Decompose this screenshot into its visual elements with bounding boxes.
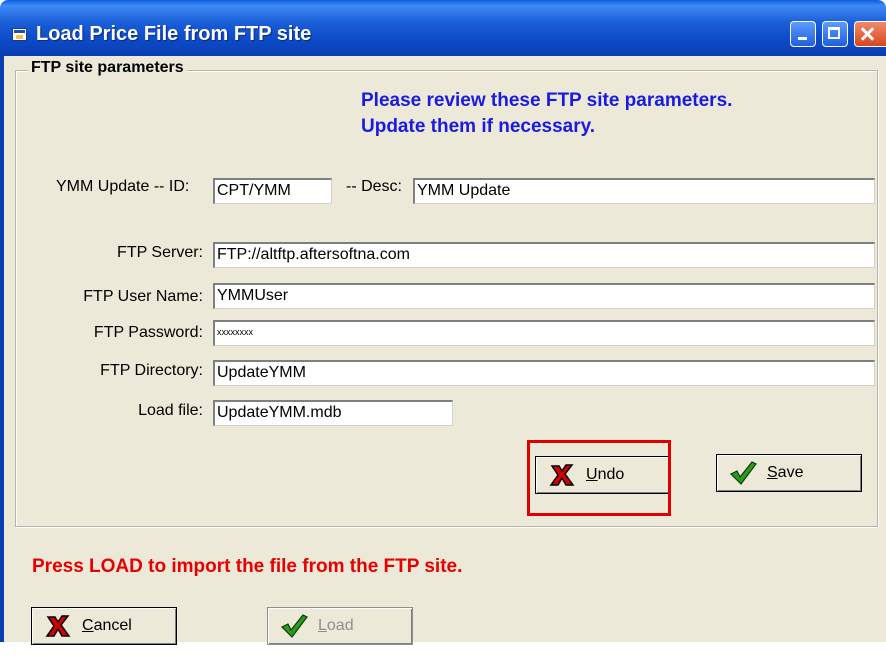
load-file-field[interactable]: UpdateYMM.mdb [213,400,453,426]
ymm-desc-label: -- Desc: [346,178,402,195]
red-x-icon [45,615,71,637]
ymm-id-label: YMM Update -- ID: [56,178,190,195]
ftp-directory-label: FTP Directory: [100,362,203,379]
ymm-desc-field[interactable]: YMM Update [413,178,875,204]
ftp-user-label: FTP User Name: [83,288,203,305]
load-label: Load [318,617,354,634]
window-title: Load Price File from FTP site [36,23,312,45]
title-bar[interactable]: Load Price File from FTP site [0,0,886,56]
undo-label: Undo [586,466,625,483]
cancel-button[interactable]: Cancel [31,607,177,645]
dialog-body: FTP site parameters Please review these … [0,56,886,645]
group-legend: FTP site parameters [28,59,187,77]
red-x-icon [549,464,575,486]
minimize-button[interactable] [790,21,816,47]
close-button[interactable] [854,21,886,47]
green-check-icon [280,614,308,638]
ftp-server-label: FTP Server: [117,244,203,261]
maximize-button[interactable] [822,21,848,47]
save-label: Save [767,464,804,481]
window-app-icon [12,28,27,41]
save-button[interactable]: Save [716,454,862,492]
ftp-server-field[interactable]: FTP://altftp.aftersoftna.com [213,242,875,268]
load-instruction-message: Press LOAD to import the file from the F… [32,556,463,577]
notice-line-1: Please review these FTP site parameters. [361,90,733,111]
load-button[interactable]: Load [267,607,413,645]
ftp-password-label: FTP Password: [93,324,203,341]
ftp-user-field[interactable]: YMMUser [213,283,875,309]
notice-line-2: Update them if necessary. [361,116,596,137]
ymm-id-field[interactable]: CPT/YMM [213,178,332,204]
cancel-label: Cancel [82,617,132,634]
load-file-label: Load file: [138,402,203,419]
undo-button[interactable]: Undo [535,456,671,494]
green-check-icon [729,461,757,485]
ftp-password-field[interactable]: xxxxxxxx [213,320,875,346]
ftp-directory-field[interactable]: UpdateYMM [213,360,875,386]
